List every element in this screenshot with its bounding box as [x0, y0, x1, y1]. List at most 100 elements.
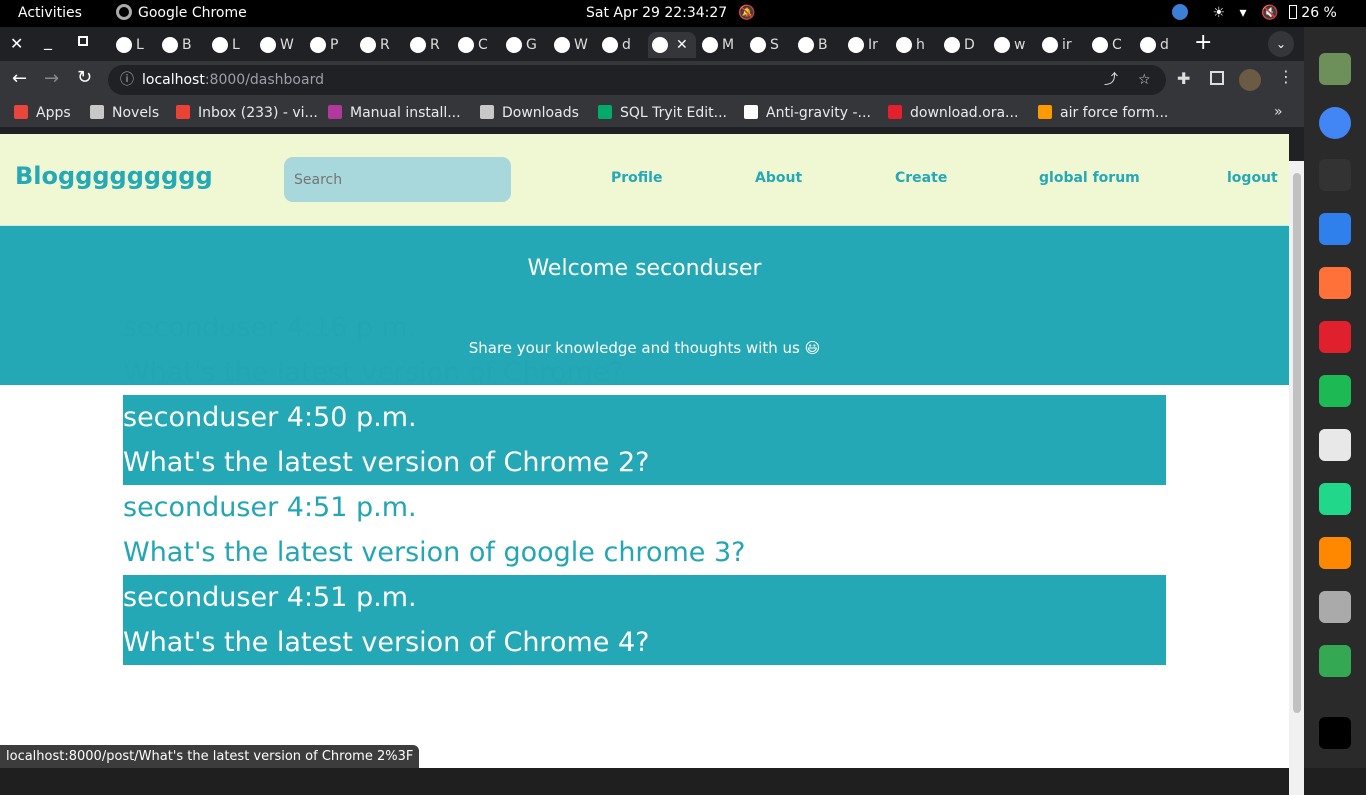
- spotify-icon[interactable]: [1319, 375, 1351, 407]
- address-bar[interactable]: ⓘ localhost:8000/dashboard ⤴ ☆: [108, 65, 1166, 95]
- post-title-link[interactable]: What's the latest version of google chro…: [123, 530, 1166, 575]
- tab[interactable]: L: [208, 32, 252, 58]
- post-item[interactable]: seconduser 4:16 p.m. What's the latest ve…: [123, 305, 1166, 395]
- menu-icon[interactable]: ⋮: [1278, 67, 1294, 86]
- nav-about-link[interactable]: About: [755, 170, 802, 186]
- pycharm-icon[interactable]: [1319, 483, 1351, 515]
- bookmark-item[interactable]: Inbox (233) - vi...: [176, 99, 318, 127]
- bookmark-item[interactable]: SQL Tryit Edit...: [598, 99, 727, 127]
- restore-window-icon[interactable]: [78, 36, 88, 46]
- nav-create-link[interactable]: Create: [895, 170, 947, 186]
- opera-icon[interactable]: [1319, 321, 1351, 353]
- search-input[interactable]: [284, 157, 511, 202]
- profile-avatar[interactable]: [1239, 69, 1261, 91]
- post-item[interactable]: seconduser 4:50 p.m. What's the latest ve…: [123, 395, 1166, 485]
- tab[interactable]: B: [158, 32, 202, 58]
- tab-title: ir: [1062, 37, 1072, 53]
- tab-favicon-icon: [458, 37, 474, 53]
- tab[interactable]: W: [550, 32, 594, 58]
- ubuntu-dock: [1304, 27, 1366, 768]
- extensions-icon[interactable]: ✚: [1177, 69, 1190, 88]
- url-host: localhost: [142, 72, 205, 88]
- firefox-icon[interactable]: [1319, 267, 1351, 299]
- scrollbar-thumb[interactable]: [1293, 173, 1301, 713]
- tab[interactable]: Ir: [844, 32, 888, 58]
- post-item[interactable]: seconduser 4:51 p.m. What's the latest ve…: [123, 485, 1166, 575]
- url-path: :8000/dashboard: [204, 72, 324, 88]
- bookmark-label: SQL Tryit Edit...: [620, 105, 727, 121]
- bookmark-item[interactable]: download.ora...: [888, 99, 1018, 127]
- post-title-link[interactable]: What's the latest version of Chrome 2?: [123, 440, 1166, 485]
- tab-title: L: [136, 37, 144, 53]
- bookmark-icon: [480, 105, 494, 119]
- app-menu[interactable]: Google Chrome: [116, 0, 247, 27]
- drive-icon[interactable]: [1319, 645, 1351, 677]
- bookmark-item[interactable]: Novels: [90, 99, 159, 127]
- system-tray[interactable]: ☀ ▾ 🔇 26 %: [1172, 0, 1337, 27]
- vlc-icon[interactable]: [1319, 537, 1351, 569]
- tab-active[interactable]: ✕: [648, 32, 696, 58]
- tab-title: L: [232, 37, 240, 53]
- tab-favicon-icon: [1042, 37, 1058, 53]
- nav-global-forum-link[interactable]: global forum: [1039, 170, 1140, 186]
- tab[interactable]: M: [698, 32, 742, 58]
- bookmark-star-icon[interactable]: ☆: [1138, 65, 1151, 95]
- bookmark-item[interactable]: Apps: [14, 99, 71, 127]
- tab[interactable]: R: [356, 32, 400, 58]
- bookmark-icon: [14, 105, 28, 119]
- bookmark-label: Novels: [112, 105, 160, 121]
- files-icon[interactable]: [1319, 53, 1351, 85]
- back-icon[interactable]: ←: [12, 68, 27, 89]
- minimize-window-icon[interactable]: _: [44, 31, 52, 50]
- tab[interactable]: C: [454, 32, 498, 58]
- tab[interactable]: W: [256, 32, 300, 58]
- close-window-icon[interactable]: ✕: [10, 34, 23, 53]
- site-brand[interactable]: Bloggggggggg: [15, 162, 213, 190]
- tab-title: B: [818, 37, 828, 53]
- reload-icon[interactable]: ↻: [77, 67, 92, 88]
- more-bookmarks-icon[interactable]: »: [1274, 104, 1283, 120]
- site-info-icon[interactable]: ⓘ: [120, 65, 134, 95]
- tab[interactable]: h: [892, 32, 936, 58]
- clock[interactable]: Sat Apr 29 22:34:27: [586, 0, 727, 27]
- tab[interactable]: C: [1088, 32, 1132, 58]
- page-scrollbar[interactable]: [1289, 161, 1304, 795]
- post-title-link[interactable]: What's the latest version of Chrome?: [123, 350, 1166, 395]
- tab[interactable]: ir: [1038, 32, 1082, 58]
- tab-title: M: [722, 37, 735, 53]
- tab[interactable]: P: [306, 32, 350, 58]
- browser-toolbar: ← → ↻ ⓘ localhost:8000/dashboard ⤴ ☆ ✚ ⋮: [0, 61, 1304, 99]
- bookmark-item[interactable]: Manual install...: [328, 99, 461, 127]
- side-panel-icon[interactable]: [1210, 71, 1224, 85]
- nav-logout-link[interactable]: logout: [1227, 170, 1278, 186]
- activities-button[interactable]: Activities: [18, 0, 82, 27]
- database-icon[interactable]: [1319, 591, 1351, 623]
- sudoku-icon[interactable]: [1319, 429, 1351, 461]
- tab[interactable]: D: [940, 32, 984, 58]
- app-grid-icon[interactable]: [1319, 717, 1351, 749]
- tab[interactable]: w: [990, 32, 1034, 58]
- tab[interactable]: L: [112, 32, 156, 58]
- tab-title: R: [430, 37, 440, 53]
- tab-search-icon[interactable]: ⌄: [1268, 31, 1294, 57]
- bookmark-item[interactable]: Anti-gravity -...: [744, 99, 871, 127]
- tab[interactable]: d: [1136, 32, 1180, 58]
- bookmark-item[interactable]: Downloads: [480, 99, 579, 127]
- forward-icon[interactable]: →: [44, 68, 59, 89]
- chrome-icon[interactable]: [1319, 107, 1351, 139]
- tab[interactable]: R: [406, 32, 450, 58]
- nav-profile-link[interactable]: Profile: [611, 170, 662, 186]
- new-tab-icon[interactable]: +: [1194, 30, 1212, 55]
- bookmark-item[interactable]: air force form...: [1038, 99, 1168, 127]
- vscode-icon[interactable]: [1319, 213, 1351, 245]
- tab[interactable]: S: [746, 32, 790, 58]
- close-tab-icon[interactable]: ✕: [676, 32, 688, 58]
- post-title-link[interactable]: What's the latest version of Chrome 4?: [123, 620, 1166, 665]
- tab-title: d: [1160, 37, 1169, 53]
- post-item[interactable]: seconduser 4:51 p.m. What's the latest ve…: [123, 575, 1166, 665]
- tab[interactable]: B: [794, 32, 838, 58]
- tab[interactable]: d: [598, 32, 642, 58]
- tab[interactable]: G: [502, 32, 546, 58]
- terminal-icon[interactable]: [1319, 159, 1351, 191]
- share-icon[interactable]: ⤴: [1104, 65, 1118, 95]
